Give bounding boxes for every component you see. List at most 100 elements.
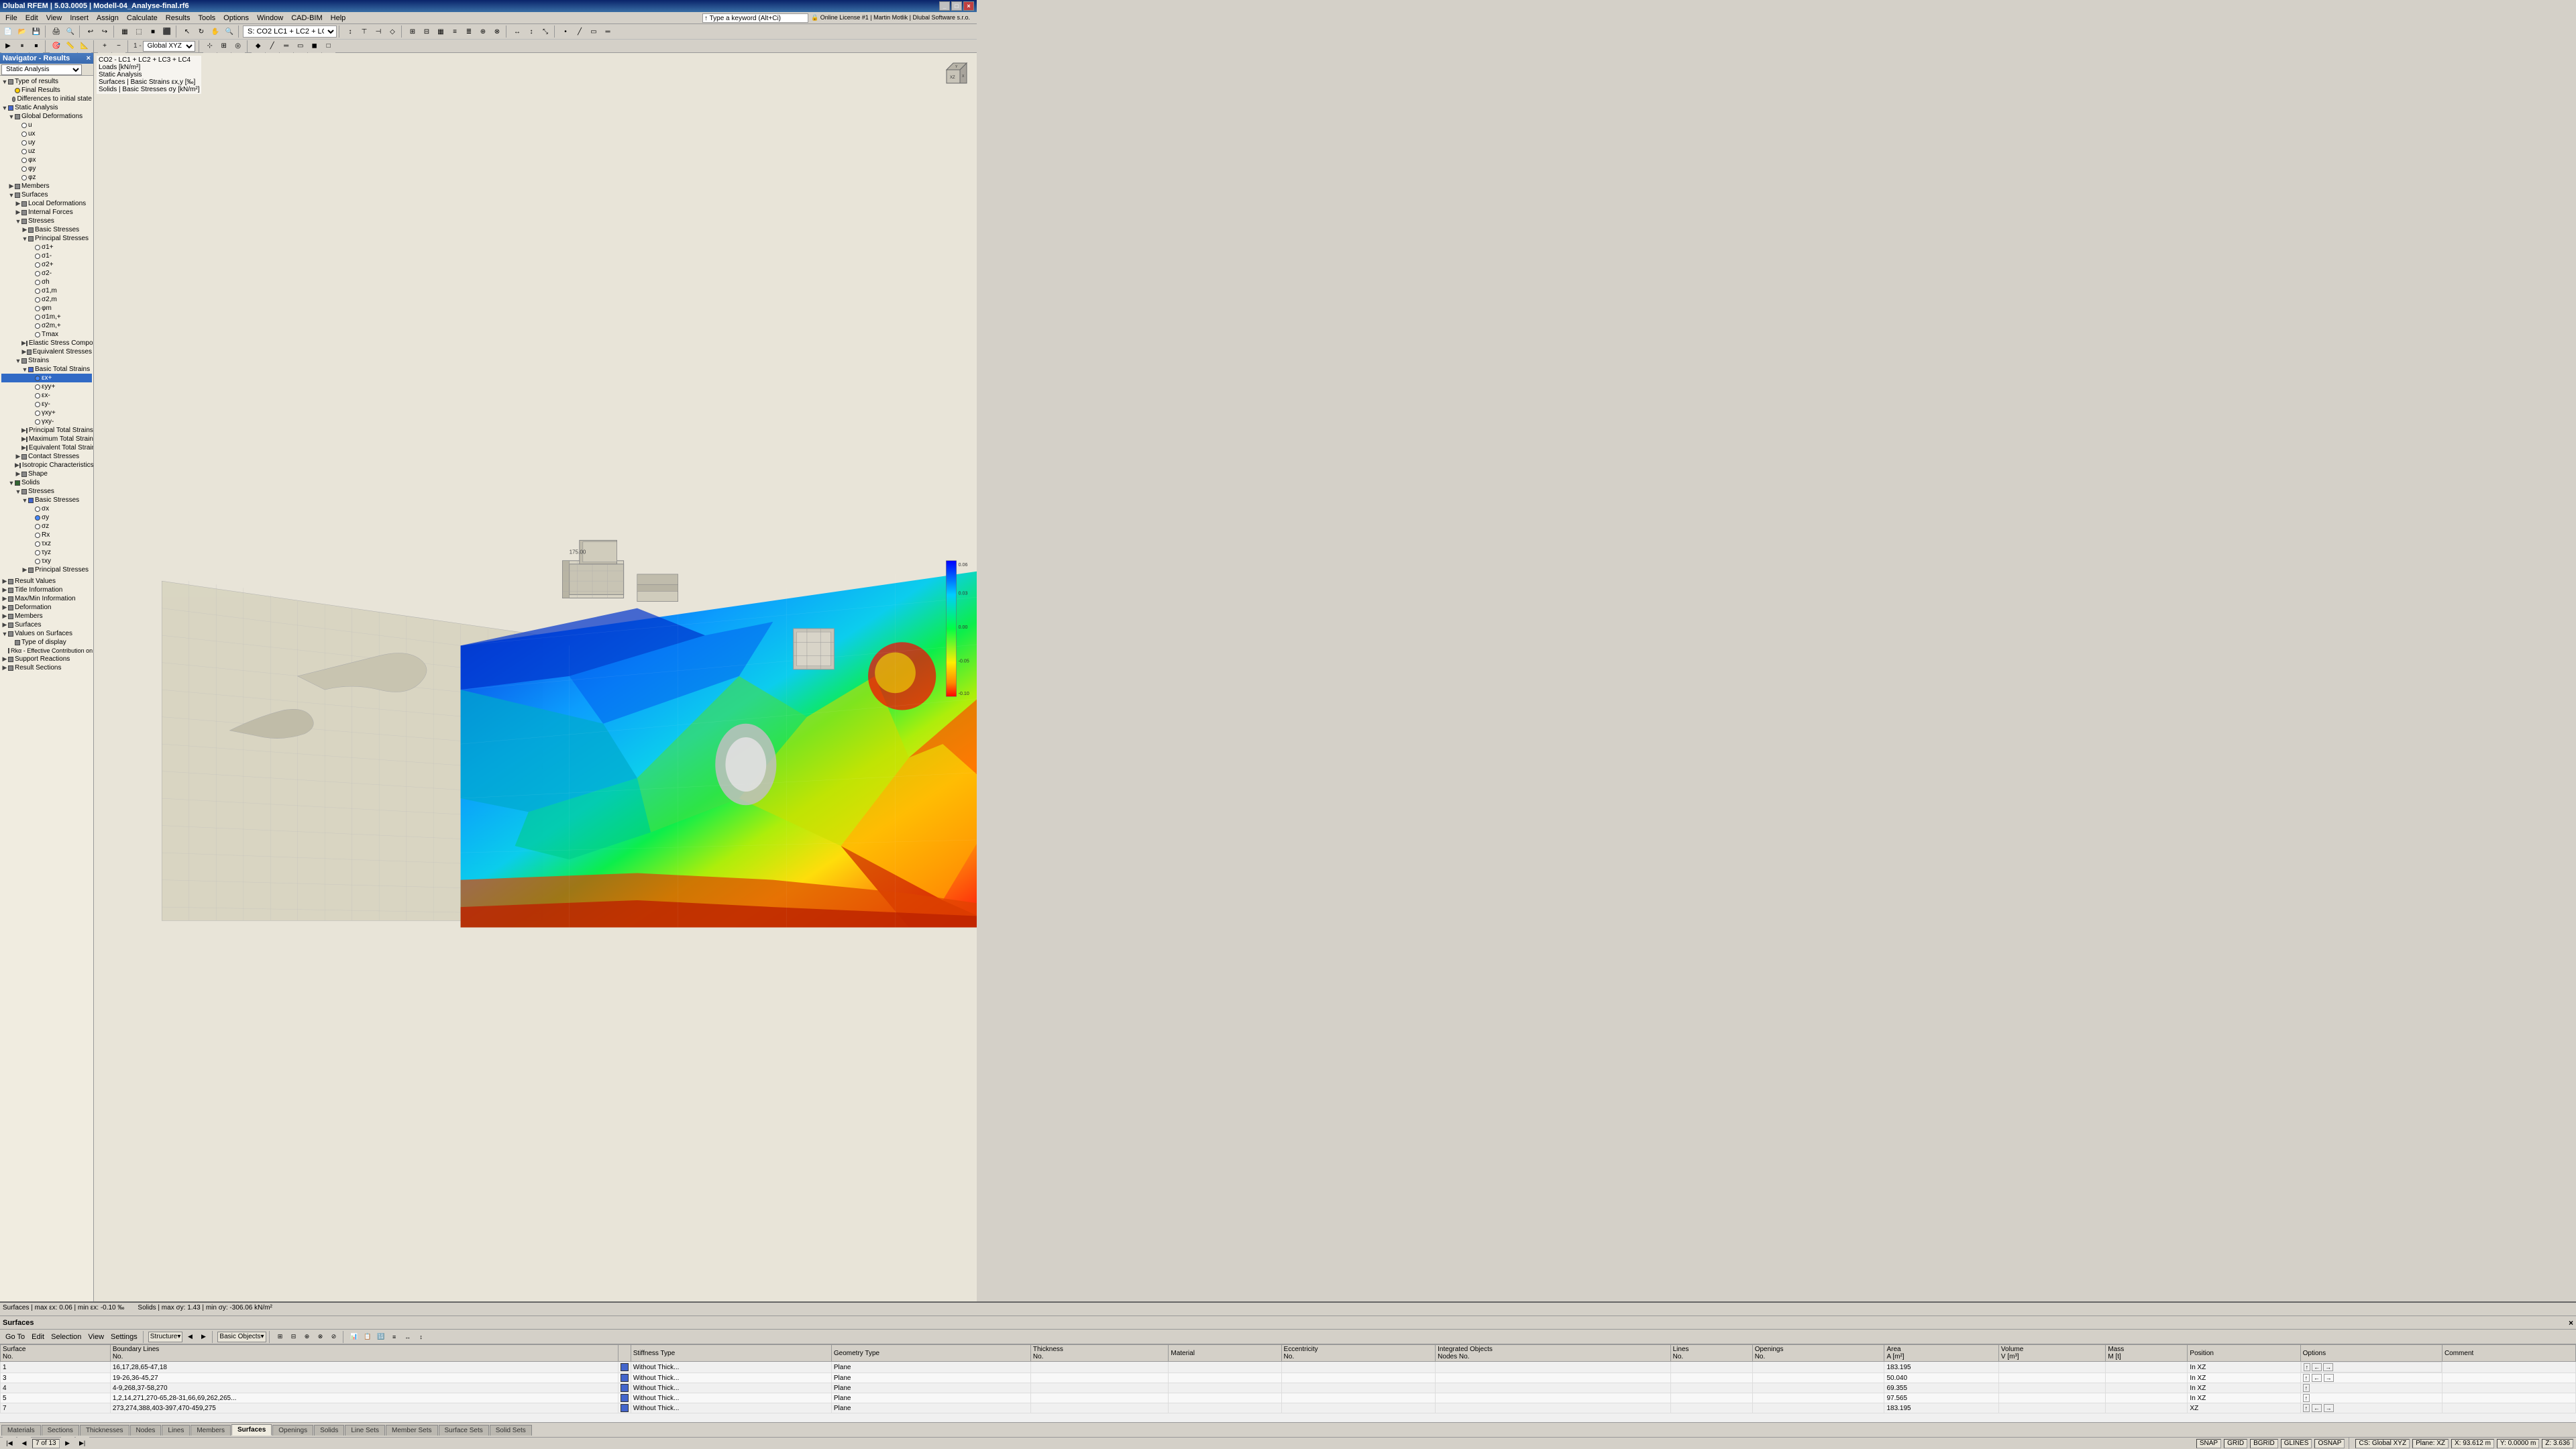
view-btn[interactable]: View bbox=[85, 1333, 107, 1341]
snap-indicator[interactable]: SNAP bbox=[2196, 1439, 2221, 1448]
grid-btn[interactable]: ⊞ bbox=[217, 40, 231, 53]
tab-solid-sets[interactable]: Solid Sets bbox=[490, 1425, 532, 1436]
tree-uy[interactable]: uy bbox=[1, 138, 92, 147]
tab-openings[interactable]: Openings bbox=[272, 1425, 313, 1436]
tree-rka[interactable]: Rkα - Effective Contribution on Su... bbox=[1, 647, 92, 655]
table-tb-1[interactable]: ⊞ bbox=[274, 1331, 286, 1343]
menu-view[interactable]: View bbox=[42, 13, 66, 23]
table-tb-10[interactable]: ↔ bbox=[402, 1331, 414, 1343]
tree-members[interactable]: ▶ Members bbox=[1, 182, 92, 191]
tb2-7[interactable]: + bbox=[98, 40, 111, 53]
tb2-4[interactable]: 🎯 bbox=[50, 40, 63, 53]
tree-tmax[interactable]: Tmax bbox=[1, 330, 92, 339]
new-btn[interactable]: 📄 bbox=[1, 25, 15, 38]
table-tb-3[interactable]: ⊕ bbox=[301, 1331, 313, 1343]
tree-s1p[interactable]: σ1+ bbox=[1, 243, 92, 252]
tb-front[interactable]: ↕ bbox=[343, 25, 357, 38]
tree-solid-basic-stresses[interactable]: ▼ Basic Stresses bbox=[1, 496, 92, 504]
menu-file[interactable]: File bbox=[1, 13, 21, 23]
tree-basic-stresses[interactable]: ▶ Basic Stresses bbox=[1, 225, 92, 234]
tb2-8[interactable]: − bbox=[112, 40, 125, 53]
tree-result-sections[interactable]: ▶ Result Sections bbox=[1, 663, 92, 672]
tb-b5[interactable]: ≣ bbox=[462, 25, 476, 38]
close-btn[interactable]: × bbox=[963, 1, 974, 11]
tree-gxy-plus[interactable]: γxy+ bbox=[1, 409, 92, 417]
osnap-indicator[interactable]: OSNAP bbox=[2314, 1439, 2345, 1448]
tb-top[interactable]: ⊤ bbox=[358, 25, 371, 38]
tree-deformation[interactable]: ▶ Deformation bbox=[1, 603, 92, 612]
maximize-btn[interactable]: □ bbox=[951, 1, 962, 11]
tree-contact-stresses[interactable]: ▶ Contact Stresses bbox=[1, 452, 92, 461]
tree-s1m[interactable]: σ1- bbox=[1, 252, 92, 260]
tb2-line-icon[interactable]: ╱ bbox=[266, 40, 279, 53]
tree-type-of-display[interactable]: Type of display bbox=[1, 638, 92, 647]
tb-dim1[interactable]: ↔ bbox=[511, 25, 524, 38]
tb2-3[interactable]: ⏹ bbox=[30, 40, 43, 53]
tb-zoom[interactable]: 🔍 bbox=[223, 25, 236, 38]
tb2-6[interactable]: 📐 bbox=[78, 40, 91, 53]
close-results-btn[interactable]: × bbox=[2569, 1318, 2573, 1328]
tree-nav-surfaces[interactable]: ▶ Surfaces bbox=[1, 621, 92, 629]
tb-b3[interactable]: ▦ bbox=[434, 25, 447, 38]
prev-page-btn[interactable]: ◀ bbox=[17, 1437, 31, 1449]
tree-s1mp[interactable]: σ1m,+ bbox=[1, 313, 92, 321]
minimize-btn[interactable]: _ bbox=[939, 1, 950, 11]
tree-global-def[interactable]: ▼ Global Deformations bbox=[1, 112, 92, 121]
tb-render[interactable]: ⬛ bbox=[160, 25, 174, 38]
menu-window[interactable]: Window bbox=[253, 13, 287, 23]
tree-final-results[interactable]: Final Results bbox=[1, 86, 92, 95]
tree-title-info[interactable]: ▶ Title Information bbox=[1, 586, 92, 594]
tree-u[interactable]: u bbox=[1, 121, 92, 129]
tb-dim2[interactable]: ↕ bbox=[525, 25, 538, 38]
nav-close[interactable]: × bbox=[87, 54, 91, 62]
tree-phix[interactable]: φx bbox=[1, 156, 92, 164]
menu-edit[interactable]: Edit bbox=[21, 13, 42, 23]
menu-insert[interactable]: Insert bbox=[66, 13, 93, 23]
nav-view-combo[interactable]: Static Analysis bbox=[1, 64, 82, 75]
tree-solids[interactable]: ▼ Solids bbox=[1, 478, 92, 487]
menu-cadbim[interactable]: CAD-BIM bbox=[287, 13, 326, 23]
tb-side[interactable]: ⊣ bbox=[372, 25, 385, 38]
tree-uz[interactable]: uz bbox=[1, 147, 92, 156]
tb-solid[interactable]: ■ bbox=[146, 25, 160, 38]
tree-isotropic[interactable]: ▶ Isotropic Characteristics bbox=[1, 461, 92, 470]
tab-member-sets[interactable]: Member Sets bbox=[386, 1425, 437, 1436]
tree-basic-total-strains[interactable]: ▼ Basic Total Strains bbox=[1, 365, 92, 374]
menu-results[interactable]: Results bbox=[162, 13, 195, 23]
last-page-btn[interactable]: ▶| bbox=[76, 1437, 89, 1449]
snap-btn[interactable]: ⊹ bbox=[203, 40, 217, 53]
tree-solid-txy[interactable]: τxy bbox=[1, 557, 92, 566]
tb-dim3[interactable]: ⤡ bbox=[539, 25, 552, 38]
basic-objects-dropdown[interactable]: Basic Objects ▾ bbox=[217, 1332, 266, 1342]
tb-3d[interactable]: ▦ bbox=[118, 25, 131, 38]
tree-local-def[interactable]: ▶ Local Deformations bbox=[1, 199, 92, 208]
tb-btn-2[interactable]: 🔍 bbox=[64, 25, 77, 38]
tree-surfaces[interactable]: ▼ Surfaces bbox=[1, 191, 92, 199]
first-page-btn[interactable]: |◀ bbox=[3, 1437, 16, 1449]
tree-principal-stresses[interactable]: ▼ Principal Stresses bbox=[1, 234, 92, 243]
bgrid-indicator[interactable]: BGRID bbox=[2250, 1439, 2278, 1448]
tb2-solid-icon[interactable]: ◼ bbox=[308, 40, 321, 53]
tree-diff-initial[interactable]: Differences to initial state bbox=[1, 95, 92, 103]
tab-surfaces[interactable]: Surfaces bbox=[231, 1424, 272, 1436]
selection-btn[interactable]: Selection bbox=[48, 1333, 84, 1341]
settings-btn[interactable]: Settings bbox=[108, 1333, 140, 1341]
structure-dropdown[interactable]: Structure ▾ bbox=[148, 1332, 183, 1342]
tb-node[interactable]: • bbox=[559, 25, 572, 38]
tree-max-total-strains[interactable]: ▶ Maximum Total Strains bbox=[1, 435, 92, 443]
tab-lines[interactable]: Lines bbox=[162, 1425, 190, 1436]
tree-ex-minus[interactable]: εx- bbox=[1, 391, 92, 400]
tb2-2[interactable]: ⏸ bbox=[15, 40, 29, 53]
tree-ex-plus[interactable]: εx+ bbox=[1, 374, 92, 382]
tb2-surf-icon[interactable]: ▭ bbox=[294, 40, 307, 53]
tree-solid-sz[interactable]: σz bbox=[1, 522, 92, 531]
tb-b4[interactable]: ≡ bbox=[448, 25, 462, 38]
undo-btn[interactable]: ↩ bbox=[84, 25, 97, 38]
next-page-btn[interactable]: ▶ bbox=[61, 1437, 74, 1449]
tree-solid-txz[interactable]: τxz bbox=[1, 539, 92, 548]
tree-s2m[interactable]: σ2- bbox=[1, 269, 92, 278]
tree-internal-forces[interactable]: ▶ Internal Forces bbox=[1, 208, 92, 217]
tb-wire[interactable]: ⬚ bbox=[132, 25, 146, 38]
tree-gxy-minus[interactable]: γxy- bbox=[1, 417, 92, 426]
tree-values-on-surfaces[interactable]: ▼ Values on Surfaces bbox=[1, 629, 92, 638]
